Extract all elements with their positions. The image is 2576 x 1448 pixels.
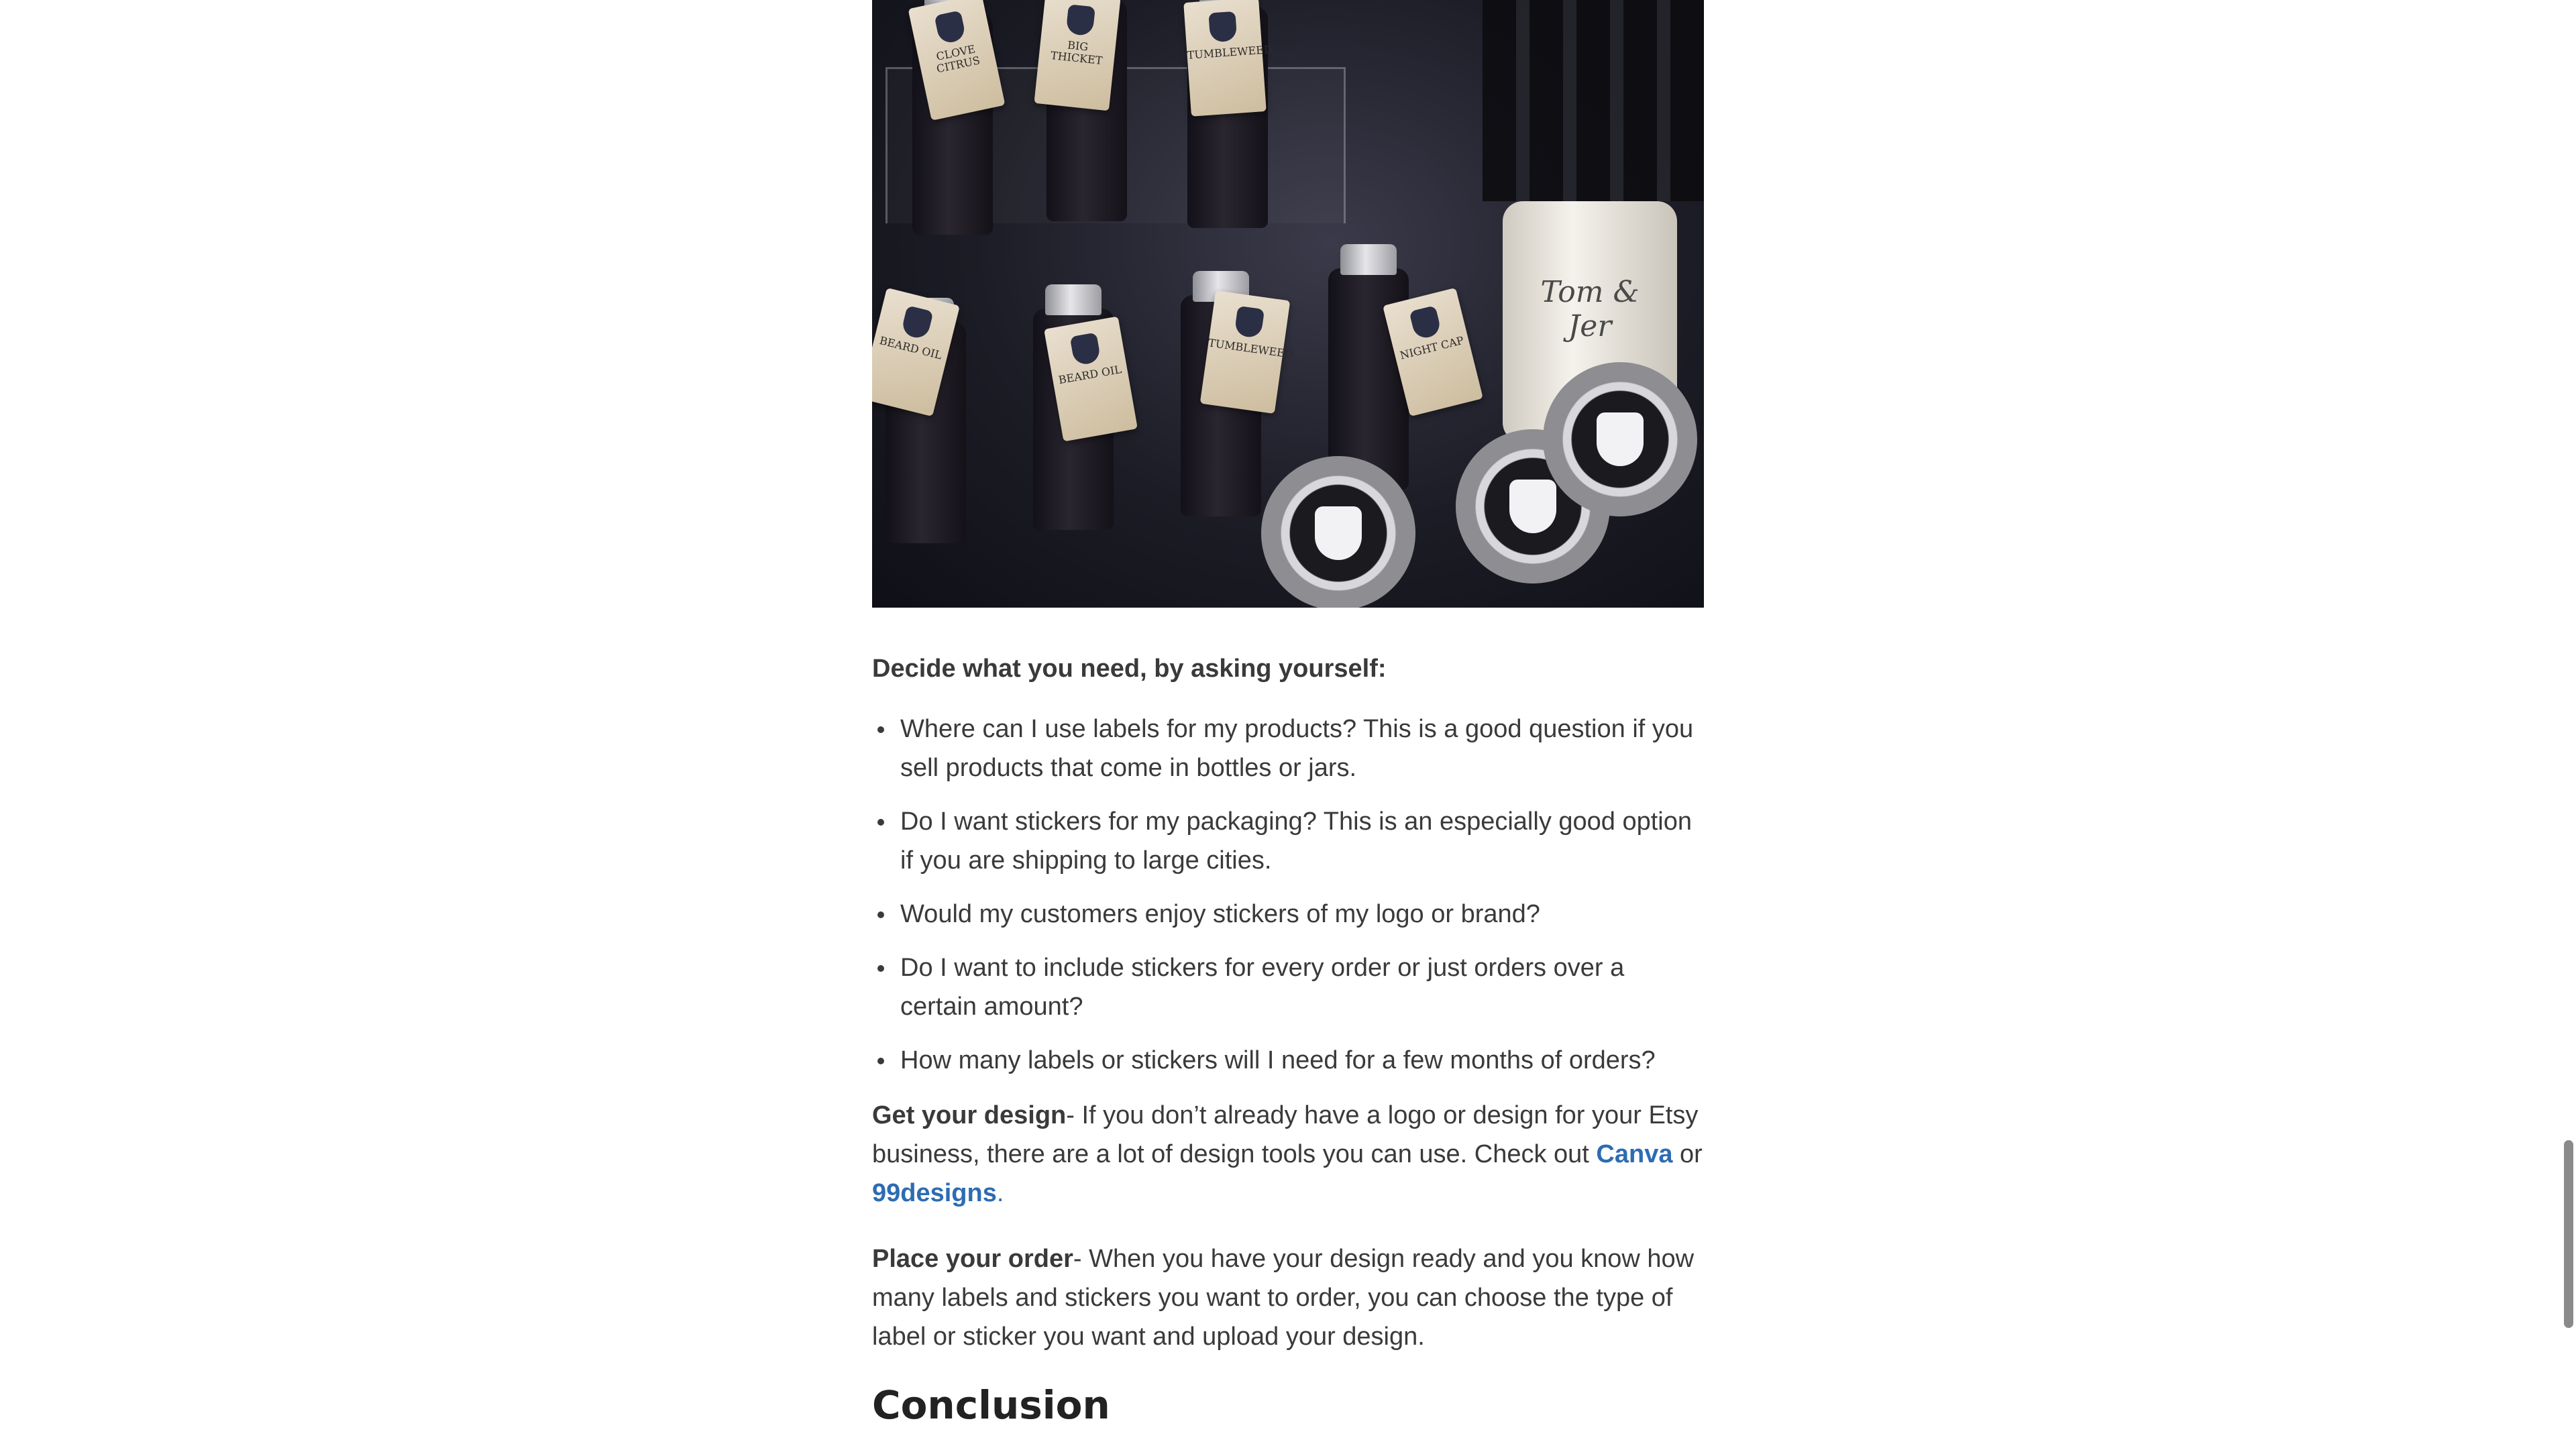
article-content: CLOVE CITRUS BIG THICKET TUMBLEWEED BEAR… <box>872 0 1704 1429</box>
design-paragraph: Get your design- If you don’t already ha… <box>872 1096 1704 1213</box>
tag-label: TUMBLEWEED <box>1183 0 1273 117</box>
list-item: Would my customers enjoy stickers of my … <box>877 895 1704 934</box>
list-item: Do I want to include stickers for every … <box>877 948 1704 1026</box>
jar-label: Tom & Jer <box>1540 275 1640 343</box>
dropper-bottles-graphic <box>1483 0 1704 201</box>
canva-link[interactable]: Canva <box>1596 1140 1672 1168</box>
questions-list: Where can I use labels for my products? … <box>872 710 1704 1080</box>
order-paragraph: Place your order- When you have your des… <box>872 1239 1704 1356</box>
design-or: or <box>1672 1140 1703 1168</box>
design-period: . <box>996 1179 1004 1207</box>
balm-tin-graphic <box>1261 456 1415 608</box>
product-photo: CLOVE CITRUS BIG THICKET TUMBLEWEED BEAR… <box>872 0 1704 608</box>
tag-label: TUMBLEWEED <box>1199 290 1294 414</box>
design-heading: Get your design <box>872 1101 1067 1129</box>
list-item: How many labels or stickers will I need … <box>877 1041 1704 1080</box>
list-item: Do I want stickers for my packaging? Thi… <box>877 802 1704 880</box>
conclusion-heading: Conclusion <box>872 1382 1110 1428</box>
tag-label: BIG THICKET <box>1034 0 1121 111</box>
list-item: Where can I use labels for my products? … <box>877 710 1704 787</box>
vertical-scrollbar[interactable] <box>2560 0 2576 1448</box>
order-heading: Place your order <box>872 1245 1073 1273</box>
questions-intro: Decide what you need, by asking yourself… <box>872 655 1387 683</box>
99designs-link[interactable]: 99designs <box>872 1179 997 1207</box>
scrollbar-thumb[interactable] <box>2564 1140 2573 1328</box>
balm-tin-graphic <box>1543 362 1697 516</box>
